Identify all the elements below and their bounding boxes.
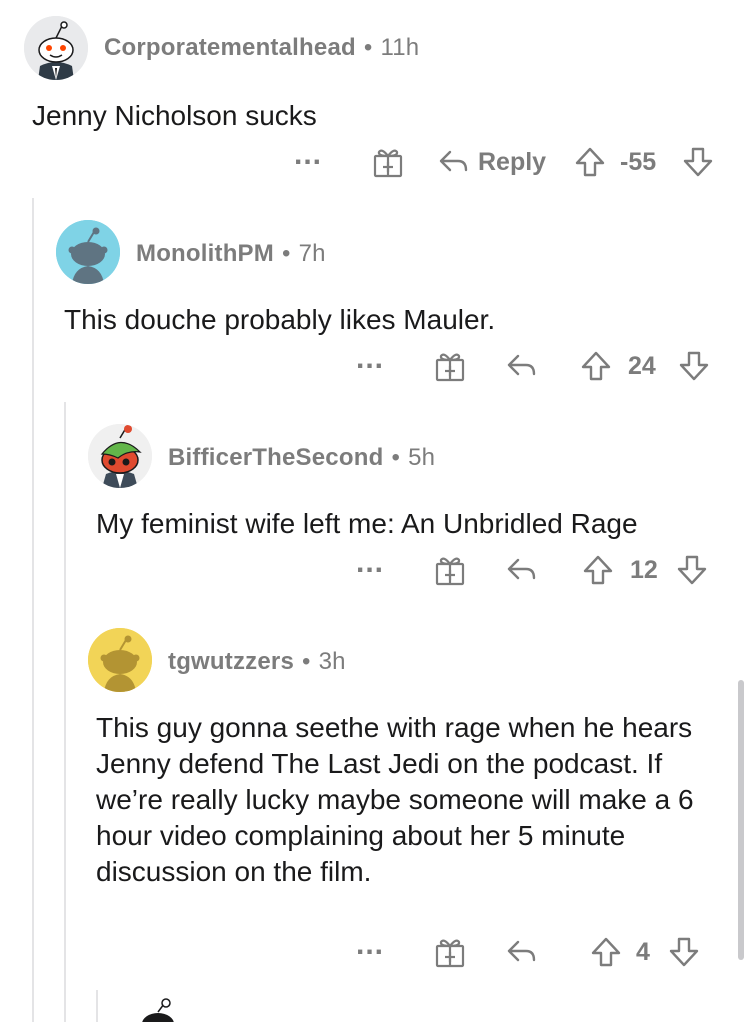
comment-body: This guy gonna seethe with rage when he …	[96, 712, 694, 887]
comment-body: This douche probably likes Mauler.	[64, 304, 496, 335]
reply-arrow-icon[interactable]	[438, 148, 470, 176]
upvote-icon[interactable]	[574, 146, 606, 178]
more-options-button[interactable]: ...	[356, 930, 384, 960]
downvote-icon[interactable]	[676, 554, 708, 586]
comment-meta: Corporatementalhead • 11h	[104, 34, 419, 62]
meta-separator: •	[302, 648, 311, 675]
user-avatar[interactable]	[56, 220, 120, 284]
reply-arrow-icon[interactable]	[506, 938, 538, 966]
award-gift-icon[interactable]	[434, 936, 466, 968]
upvote-icon[interactable]	[590, 936, 622, 968]
reply-arrow-icon[interactable]	[506, 556, 538, 584]
vote-score: 4	[636, 938, 650, 966]
comment-body: Jenny Nicholson sucks	[32, 100, 317, 131]
meta-separator: •	[281, 240, 291, 267]
comment-age: 3h	[318, 648, 346, 675]
snoo-avatar-icon	[88, 424, 152, 488]
downvote-icon[interactable]	[678, 350, 710, 382]
reply-button[interactable]: Reply	[478, 142, 546, 182]
upvote-icon[interactable]	[580, 350, 612, 382]
more-options-button[interactable]: ...	[356, 344, 384, 374]
downvote-icon[interactable]	[682, 146, 714, 178]
snoo-avatar-icon	[88, 628, 152, 692]
comment-actions: ... 4	[0, 930, 750, 972]
vote-score: -55	[620, 148, 657, 176]
award-gift-icon[interactable]	[434, 350, 466, 382]
comment-actions: ... 12	[0, 548, 750, 590]
user-avatar[interactable]	[88, 424, 152, 488]
username[interactable]: MonolithPM	[136, 240, 274, 267]
user-avatar[interactable]	[24, 16, 88, 80]
meta-separator: •	[391, 444, 401, 471]
award-gift-icon[interactable]	[372, 146, 404, 178]
snoo-avatar-icon	[24, 16, 88, 80]
comment-age: 11h	[380, 34, 420, 61]
comment-meta: MonolithPM • 7h	[136, 240, 326, 268]
comment-body: My feminist wife left me: An Unbridled R…	[96, 508, 638, 539]
more-options-button[interactable]: ...	[294, 140, 322, 170]
username[interactable]: tgwutzzers	[168, 648, 294, 675]
meta-separator: •	[363, 34, 373, 61]
upvote-icon[interactable]	[582, 554, 614, 586]
username[interactable]: BifficerTheSecond	[168, 444, 383, 471]
user-avatar[interactable]	[88, 628, 152, 692]
vote-score: 24	[628, 352, 656, 380]
username[interactable]: Corporatementalhead	[104, 34, 356, 61]
vote-score: 12	[630, 556, 658, 584]
comment-actions: ... Reply -55	[0, 140, 750, 182]
scrollbar[interactable]	[738, 680, 744, 960]
comment-meta: tgwutzzers • 3h	[168, 648, 346, 676]
comment-tgwutzzers: tgwutzzers • 3h This guy gonna seethe with…	[0, 608, 750, 1022]
comment-meta: BifficerTheSecond • 5h	[168, 444, 435, 472]
comment-corporatementalhead: Corporatementalhead • 11h Jenny Nicholson …	[0, 0, 750, 200]
comment-age: 7h	[298, 240, 326, 267]
snoo-avatar-icon	[56, 220, 120, 284]
snoo-avatar-icon	[142, 998, 174, 1022]
award-gift-icon[interactable]	[434, 554, 466, 586]
comment-bifficerthesecond: BifficerTheSecond • 5h My feminist wife le…	[0, 404, 750, 608]
more-options-button[interactable]: ...	[356, 548, 384, 578]
comment-age: 5h	[408, 444, 436, 471]
downvote-icon[interactable]	[668, 936, 700, 968]
reply-arrow-icon[interactable]	[506, 352, 538, 380]
comment-monolithpm: MonolithPM • 7h This douche probably likes…	[0, 200, 750, 404]
next-comment-avatar-partial[interactable]	[128, 994, 188, 1022]
comment-actions: ... 24	[0, 344, 750, 386]
